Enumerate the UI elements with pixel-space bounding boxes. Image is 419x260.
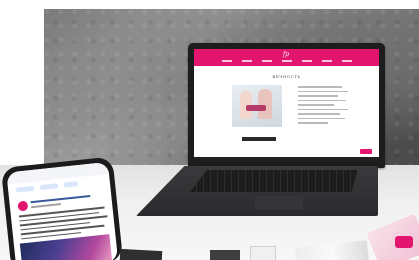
post-meta	[30, 203, 62, 209]
post-author	[30, 194, 91, 204]
printed-card	[119, 248, 163, 260]
background-left	[0, 0, 44, 170]
laptop-screen: fp ВЕЧНОСТЬ	[194, 49, 379, 162]
photo-accent	[246, 105, 266, 111]
social-tab	[39, 183, 59, 191]
avatar	[17, 200, 29, 212]
background-top	[0, 0, 419, 9]
nav-item	[302, 60, 312, 62]
product-scene: fp ВЕЧНОСТЬ	[0, 0, 419, 260]
os-taskbar	[194, 157, 379, 162]
printed-card	[250, 246, 276, 260]
social-app-bar	[6, 161, 110, 185]
buy-button	[242, 137, 276, 141]
nav-item	[222, 60, 232, 62]
website-header: fp	[194, 49, 379, 66]
nav-item	[262, 60, 272, 62]
laptop-lid: fp ВЕЧНОСТЬ	[188, 43, 385, 168]
phone-screen	[6, 161, 119, 260]
website-nav	[222, 60, 352, 63]
social-tab	[15, 185, 35, 193]
product-photo	[232, 85, 282, 127]
social-tab	[63, 181, 79, 188]
product-description	[298, 86, 348, 146]
smartphone	[0, 156, 124, 260]
product-page-title: ВЕЧНОСТЬ	[272, 74, 301, 79]
floating-badge	[360, 149, 372, 154]
laptop-keyboard	[190, 170, 358, 192]
nav-item	[282, 60, 292, 62]
website-logo: fp	[282, 51, 290, 58]
photo-figure	[258, 89, 272, 119]
nav-item	[242, 60, 252, 62]
printed-card	[210, 250, 240, 260]
nav-item	[342, 60, 352, 62]
brochure-badge	[395, 236, 413, 248]
laptop-trackpad	[255, 196, 303, 210]
nav-item	[322, 60, 332, 62]
